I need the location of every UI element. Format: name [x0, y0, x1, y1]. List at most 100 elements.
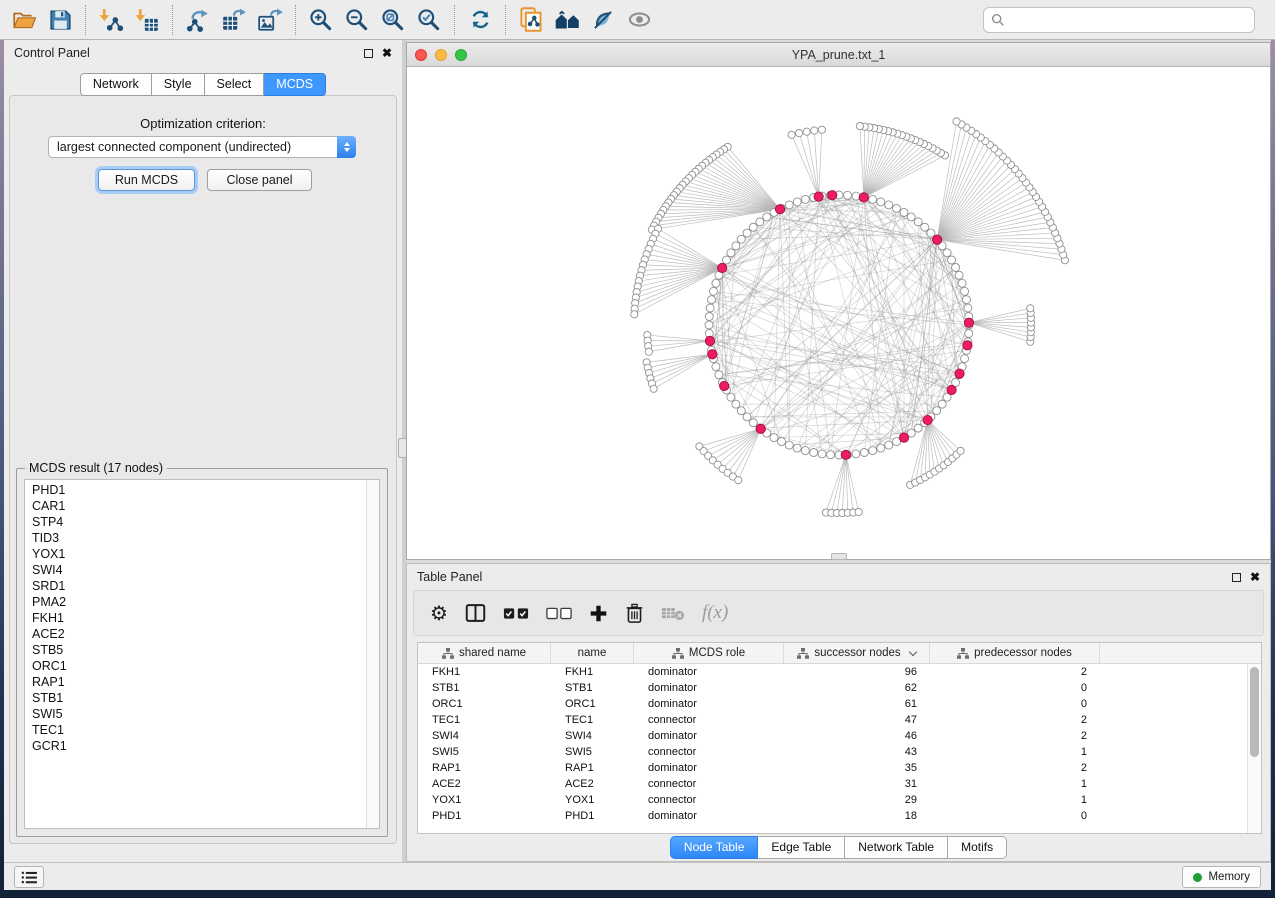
- table-panel-title: Table Panel: [417, 570, 482, 584]
- mcds-result-item[interactable]: STB1: [32, 690, 365, 706]
- save-session-icon[interactable]: [42, 4, 78, 36]
- cell: 61: [784, 696, 930, 712]
- tab-network-table[interactable]: Network Table: [845, 836, 948, 859]
- mcds-result-item[interactable]: PMA2: [32, 594, 365, 610]
- search-box[interactable]: [983, 7, 1255, 33]
- deselect-all-rows-icon[interactable]: [546, 606, 572, 620]
- memory-status-icon: [1193, 873, 1202, 882]
- column-header-mcds-role[interactable]: MCDS role: [634, 643, 784, 663]
- task-history-button[interactable]: [14, 866, 44, 888]
- mcds-result-item[interactable]: FKH1: [32, 610, 365, 626]
- control-panel-tabs: NetworkStyleSelectMCDS: [4, 73, 402, 96]
- cell: dominator: [634, 760, 784, 776]
- paste-network-icon[interactable]: [513, 4, 549, 36]
- mcds-result-item[interactable]: ACE2: [32, 626, 365, 642]
- table-row[interactable]: FKH1FKH1dominator962: [418, 664, 1247, 680]
- mcds-result-item[interactable]: YOX1: [32, 546, 365, 562]
- table-row[interactable]: TEC1TEC1connector472: [418, 712, 1247, 728]
- table-row[interactable]: YOX1YOX1connector291: [418, 792, 1247, 808]
- table-row[interactable]: ACE2ACE2connector311: [418, 776, 1247, 792]
- zoom-selected-icon[interactable]: [411, 4, 447, 36]
- hide-details-icon[interactable]: [585, 4, 621, 36]
- mcds-result-item[interactable]: STP4: [32, 514, 365, 530]
- mcds-result-item[interactable]: PHD1: [32, 482, 365, 498]
- close-panel-button[interactable]: Close panel: [207, 169, 312, 191]
- attribute-type-icon: [957, 648, 969, 659]
- tab-edge-table[interactable]: Edge Table: [758, 836, 845, 859]
- split-pane-handle[interactable]: [831, 553, 847, 560]
- table-row[interactable]: STB1STB1dominator620: [418, 680, 1247, 696]
- mcds-result-item[interactable]: STB5: [32, 642, 365, 658]
- create-column-icon[interactable]: [589, 604, 608, 623]
- table-row[interactable]: ORC1ORC1dominator610: [418, 696, 1247, 712]
- mcds-result-item[interactable]: SWI4: [32, 562, 365, 578]
- network-window: YPA_prune.txt_1: [406, 42, 1271, 560]
- mcds-result-item[interactable]: SWI5: [32, 706, 365, 722]
- table-settings-icon[interactable]: ⚙: [430, 601, 448, 626]
- cell: FKH1: [551, 664, 634, 680]
- open-file-icon[interactable]: [6, 4, 42, 36]
- show-columns-icon[interactable]: [465, 603, 486, 623]
- tab-style[interactable]: Style: [152, 73, 205, 96]
- mcds-result-item[interactable]: GCR1: [32, 738, 365, 754]
- close-table-panel-icon[interactable]: ✖: [1250, 571, 1260, 583]
- cell: PHD1: [551, 808, 634, 824]
- zoom-out-icon[interactable]: [339, 4, 375, 36]
- table-row[interactable]: SWI5SWI5connector431: [418, 744, 1247, 760]
- homes-icon[interactable]: [549, 4, 585, 36]
- table-row[interactable]: SWI4SWI4dominator462: [418, 728, 1247, 744]
- network-graph-canvas[interactable]: [407, 67, 1270, 559]
- table-toolbar: ⚙ f(x): [413, 590, 1264, 636]
- tab-network[interactable]: Network: [80, 73, 152, 96]
- import-table-icon[interactable]: [129, 4, 165, 36]
- export-image-icon[interactable]: [252, 4, 288, 36]
- optimization-criterion-select[interactable]: largest connected component (undirected): [48, 136, 356, 158]
- delete-column-icon[interactable]: [625, 603, 644, 624]
- mcds-result-list[interactable]: PHD1CAR1STP4TID3YOX1SWI4SRD1PMA2FKH1ACE2…: [24, 479, 380, 829]
- network-view[interactable]: [407, 67, 1270, 559]
- table-scrollbar[interactable]: [1247, 664, 1261, 833]
- mcds-result-item[interactable]: SRD1: [32, 578, 365, 594]
- column-header-successor-nodes[interactable]: successor nodes: [784, 643, 930, 663]
- refresh-icon[interactable]: [462, 4, 498, 36]
- zoom-in-icon[interactable]: [303, 4, 339, 36]
- tab-select[interactable]: Select: [205, 73, 265, 96]
- mcds-result-item[interactable]: TEC1: [32, 722, 365, 738]
- close-panel-icon[interactable]: ✖: [382, 47, 392, 59]
- table-row[interactable]: RAP1RAP1dominator352: [418, 760, 1247, 776]
- tab-motifs[interactable]: Motifs: [948, 836, 1007, 859]
- cell: 43: [784, 744, 930, 760]
- network-window-titlebar[interactable]: YPA_prune.txt_1: [407, 43, 1270, 67]
- zoom-fit-icon[interactable]: [375, 4, 411, 36]
- show-details-icon[interactable]: [621, 4, 657, 36]
- search-input[interactable]: [1005, 13, 1247, 27]
- cell: 2: [930, 728, 1100, 744]
- cell: 2: [930, 712, 1100, 728]
- select-all-rows-icon[interactable]: [503, 606, 529, 620]
- column-header-shared-name[interactable]: shared name: [418, 643, 551, 663]
- mcds-result-item[interactable]: CAR1: [32, 498, 365, 514]
- export-table-icon[interactable]: [216, 4, 252, 36]
- mcds-result-item[interactable]: RAP1: [32, 674, 365, 690]
- import-network-icon[interactable]: [93, 4, 129, 36]
- column-header-filler: [1100, 643, 1261, 663]
- float-table-panel-icon[interactable]: [1232, 573, 1241, 582]
- tab-node-table[interactable]: Node Table: [670, 836, 759, 859]
- column-header-name[interactable]: name: [551, 643, 634, 663]
- cell: STB1: [551, 680, 634, 696]
- tab-mcds[interactable]: MCDS: [264, 73, 326, 96]
- mcds-result-item[interactable]: TID3: [32, 530, 365, 546]
- memory-button[interactable]: Memory: [1182, 866, 1261, 888]
- main-toolbar: [0, 0, 1275, 40]
- float-panel-icon[interactable]: [364, 49, 373, 58]
- table-scrollbar-thumb[interactable]: [1250, 667, 1259, 757]
- control-panel-title: Control Panel: [14, 46, 90, 60]
- table-row[interactable]: PHD1PHD1dominator180: [418, 808, 1247, 824]
- mcds-result-item[interactable]: ORC1: [32, 658, 365, 674]
- mcds-list-scrollbar[interactable]: [366, 480, 379, 828]
- column-header-predecessor-nodes[interactable]: predecessor nodes: [930, 643, 1100, 663]
- cell: 96: [784, 664, 930, 680]
- export-network-icon[interactable]: [180, 4, 216, 36]
- run-mcds-button[interactable]: Run MCDS: [98, 169, 195, 191]
- cell: 2: [930, 760, 1100, 776]
